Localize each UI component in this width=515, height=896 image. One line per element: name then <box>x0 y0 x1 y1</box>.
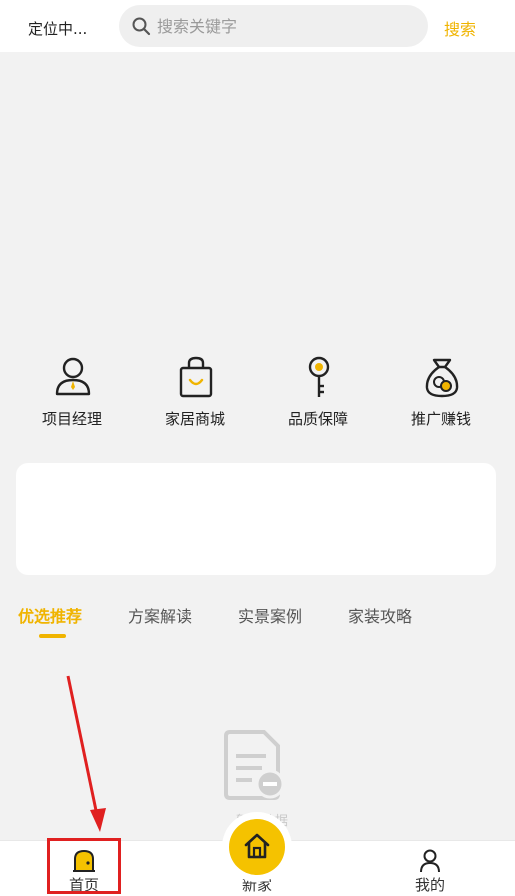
location-label[interactable]: 定位中... <box>28 18 87 39</box>
banner-area <box>0 52 515 342</box>
annotation-arrow <box>66 675 106 832</box>
empty-document-icon <box>224 730 285 800</box>
search-button[interactable]: 搜索 <box>444 16 476 40</box>
active-tab-indicator <box>39 634 66 638</box>
feature-label: 推广赚钱 <box>410 410 471 428</box>
promo-card[interactable] <box>16 463 496 575</box>
search-icon <box>132 17 151 36</box>
feature-label: 品质保障 <box>287 410 348 428</box>
feature-project-manager[interactable]: 项目经理 <box>17 356 127 436</box>
center-new-home-button[interactable] <box>229 819 285 875</box>
user-icon <box>420 849 440 873</box>
annotation-highlight-box <box>47 838 121 894</box>
top-bar: 定位中... 搜索 <box>0 0 515 52</box>
nav-label: 我的 <box>414 876 445 894</box>
tab-plan-analysis[interactable]: 方案解读 <box>128 603 192 627</box>
search-input[interactable] <box>157 13 417 39</box>
feature-promote[interactable]: 推广赚钱 <box>386 356 496 436</box>
feature-label: 家居商城 <box>164 410 225 428</box>
project-manager-icon <box>55 357 91 396</box>
shopping-bag-icon <box>179 356 213 398</box>
key-icon <box>308 356 330 397</box>
nav-mine[interactable]: 我的 <box>395 841 465 896</box>
tab-recommended[interactable]: 优选推荐 <box>18 603 82 627</box>
money-bag-icon <box>425 358 459 398</box>
feature-label: 项目经理 <box>41 410 102 428</box>
search-box[interactable] <box>119 5 428 47</box>
house-icon <box>244 833 270 859</box>
tab-decoration-guide[interactable]: 家装攻略 <box>348 603 412 627</box>
feature-quality[interactable]: 品质保障 <box>263 356 373 436</box>
tab-real-cases[interactable]: 实景案例 <box>238 603 302 627</box>
feature-home-mall[interactable]: 家居商城 <box>140 356 250 436</box>
